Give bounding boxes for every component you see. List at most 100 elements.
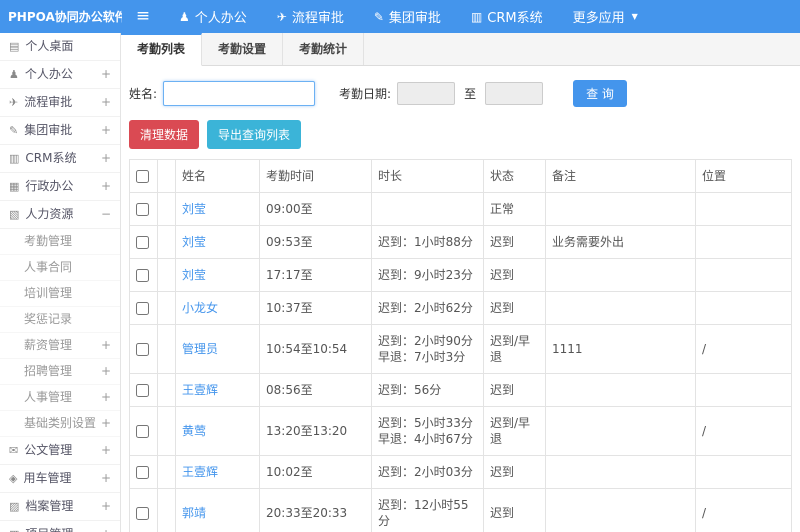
main-panel: 考勤列表 考勤设置 考勤统计 姓名: 考勤日期: 至 查 询 清理数据 导出查询列表 bbox=[121, 33, 800, 532]
employee-name-link[interactable]: 刘莹 bbox=[182, 235, 206, 249]
row-check-cell bbox=[129, 258, 158, 292]
table-row: 小龙女 10:37至 迟到：2小时62分 迟到 bbox=[129, 291, 792, 325]
employee-name-link[interactable]: 刘莹 bbox=[182, 268, 206, 282]
location-cell: / bbox=[695, 324, 792, 374]
send-icon: ✈ bbox=[9, 96, 19, 109]
sidebar-item-workflow-approval[interactable]: ✈ 流程审批 + bbox=[0, 89, 120, 117]
status-text: 迟到 bbox=[483, 373, 546, 407]
select-all-checkbox[interactable] bbox=[136, 170, 149, 183]
nav-item-personal-office[interactable]: ♟ 个人办公 bbox=[164, 0, 262, 33]
sidebar-item-admin-office[interactable]: ▦ 行政办公 + bbox=[0, 173, 120, 201]
name-cell: 黄莺 bbox=[175, 406, 260, 456]
sidebar-item-crm-system[interactable]: ▥ CRM系统 + bbox=[0, 145, 120, 173]
export-list-button[interactable]: 导出查询列表 bbox=[207, 120, 302, 149]
layout: ▤ 个人桌面 ♟ 个人办公 + ✈ 流程审批 + ✎ 集团审批 + ▥ CRM系统 + ▦ 行政办公 + ▧ 人力资… bbox=[0, 33, 800, 532]
status-text: 迟到 bbox=[483, 291, 546, 325]
top-nav: ♟ 个人办公 ✈ 流程审批 ✎ 集团审批 ▥ CRM系统 更多应用 ▼ bbox=[164, 0, 653, 33]
tab-attendance-stats[interactable]: 考勤统计 bbox=[283, 33, 365, 65]
sidebar-item-group-approval[interactable]: ✎ 集团审批 + bbox=[0, 117, 120, 145]
sidebar-item-hr-contract[interactable]: 人事合同 bbox=[0, 255, 120, 281]
tab-attendance-settings[interactable]: 考勤设置 bbox=[202, 33, 284, 65]
row-checkbox[interactable] bbox=[136, 384, 149, 397]
status-text: 正常 bbox=[483, 192, 546, 226]
user-icon: ♟ bbox=[9, 68, 19, 81]
nav-item-label: 集团审批 bbox=[388, 11, 441, 26]
sidebar-item-label: 培训管理 bbox=[24, 286, 73, 300]
employee-name-link[interactable]: 小龙女 bbox=[182, 301, 218, 315]
sidebar-item-salary-mgmt[interactable]: 薪资管理 + bbox=[0, 333, 120, 359]
remark-cell bbox=[545, 258, 696, 292]
sidebar-item-personal-office[interactable]: ♟ 个人办公 + bbox=[0, 61, 120, 89]
sidebar-item-attendance-mgmt[interactable]: 考勤管理 bbox=[0, 229, 120, 255]
table-header-row: 姓名 考勤时间 时长 状态 备注 位置 bbox=[129, 159, 792, 193]
sidebar-item-base-category[interactable]: 基础类别设置 + bbox=[0, 411, 120, 437]
duration-cell: 迟到：56分 bbox=[371, 373, 484, 407]
date-label: 考勤日期: bbox=[339, 87, 392, 101]
sidebar-item-label: 招聘管理 bbox=[24, 364, 73, 378]
menu-toggle-icon[interactable]: ≡ bbox=[122, 0, 164, 33]
remark-cell: 1111 bbox=[545, 324, 696, 374]
attendance-table: 姓名 考勤时间 时长 状态 备注 位置 刘莹 09:00至 正常 刘莹 09:53至 迟到：1小时8… bbox=[129, 159, 792, 532]
row-checkbox[interactable] bbox=[136, 507, 149, 520]
sidebar-item-reward-record[interactable]: 奖惩记录 bbox=[0, 307, 120, 333]
name-input[interactable] bbox=[163, 81, 316, 106]
expander-icon: + bbox=[100, 499, 111, 513]
sidebar-item-vehicle-mgmt[interactable]: ◈ 用车管理 + bbox=[0, 465, 120, 493]
row-checkbox[interactable] bbox=[136, 425, 149, 438]
remark-cell bbox=[545, 455, 696, 489]
row-checkbox[interactable] bbox=[136, 269, 149, 282]
user-icon: ♟ bbox=[179, 9, 190, 24]
location-cell bbox=[695, 373, 792, 407]
time-cell: 13:20至13:20 bbox=[259, 406, 372, 456]
expander-icon: + bbox=[100, 416, 111, 430]
duration-cell: 迟到：12小时55分 bbox=[371, 488, 484, 532]
sidebar-item-project-mgmt[interactable]: ▩ 项目管理 + bbox=[0, 521, 120, 532]
nav-item-crm-system[interactable]: ▥ CRM系统 bbox=[456, 0, 558, 33]
row-checkbox[interactable] bbox=[136, 236, 149, 249]
employee-name-link[interactable]: 郭靖 bbox=[182, 506, 206, 520]
send-icon: ✈ bbox=[276, 9, 287, 24]
sidebar-item-label: 个人办公 bbox=[24, 67, 73, 81]
to-label: 至 bbox=[464, 87, 477, 101]
date-from-input[interactable] bbox=[397, 82, 456, 105]
nav-item-workflow-approval[interactable]: ✈ 流程审批 bbox=[262, 0, 359, 33]
date-to-input[interactable] bbox=[485, 82, 544, 105]
expander-icon: − bbox=[100, 207, 111, 221]
row-checkbox[interactable] bbox=[136, 203, 149, 216]
row-checkbox[interactable] bbox=[136, 343, 149, 356]
select-all-cell bbox=[129, 159, 158, 193]
sidebar-item-training-mgmt[interactable]: 培训管理 bbox=[0, 281, 120, 307]
sidebar-item-hr[interactable]: ▧ 人力资源 − bbox=[0, 201, 120, 229]
sidebar-item-document-mgmt[interactable]: ✉ 公文管理 + bbox=[0, 437, 120, 465]
edit-icon: ✎ bbox=[9, 124, 19, 137]
nav-item-group-approval[interactable]: ✎ 集团审批 bbox=[359, 0, 456, 33]
sidebar-item-personal-desktop[interactable]: ▤ 个人桌面 bbox=[0, 33, 120, 61]
briefcase-icon: ▦ bbox=[9, 180, 20, 193]
tab-bar: 考勤列表 考勤设置 考勤统计 bbox=[121, 33, 800, 66]
column-header: 备注 bbox=[545, 159, 696, 193]
employee-name-link[interactable]: 刘莹 bbox=[182, 202, 206, 216]
sidebar-item-personnel-mgmt[interactable]: 人事管理 + bbox=[0, 385, 120, 411]
row-check-cell bbox=[129, 291, 158, 325]
employee-name-link[interactable]: 王壹辉 bbox=[182, 465, 218, 479]
employee-name-link[interactable]: 管理员 bbox=[182, 342, 218, 356]
sidebar-item-label: 人事管理 bbox=[24, 390, 73, 404]
table-row: 郭靖 20:33至20:33 迟到：12小时55分 迟到 / bbox=[129, 488, 792, 532]
employee-name-link[interactable]: 王壹辉 bbox=[182, 383, 218, 397]
tab-attendance-list[interactable]: 考勤列表 bbox=[121, 33, 203, 66]
clear-data-button[interactable]: 清理数据 bbox=[129, 120, 200, 149]
employee-name-link[interactable]: 黄莺 bbox=[182, 424, 206, 438]
chart-icon: ▥ bbox=[470, 9, 483, 24]
sidebar-item-recruit-mgmt[interactable]: 招聘管理 + bbox=[0, 359, 120, 385]
table-row: 管理员 10:54至10:54 迟到：2小时90分 早退：7小时3分 迟到/早退 111… bbox=[129, 324, 792, 374]
time-cell: 10:37至 bbox=[259, 291, 372, 325]
sidebar-item-label: 奖惩记录 bbox=[24, 312, 73, 326]
nav-item-more-apps[interactable]: 更多应用 ▼ bbox=[558, 0, 653, 33]
row-checkbox[interactable] bbox=[136, 466, 149, 479]
row-checkbox[interactable] bbox=[136, 302, 149, 315]
sidebar-item-archive-mgmt[interactable]: ▨ 档案管理 + bbox=[0, 493, 120, 521]
sidebar-item-label: 行政办公 bbox=[25, 179, 74, 193]
duration-cell: 迟到：2小时62分 bbox=[371, 291, 484, 325]
search-button[interactable]: 查 询 bbox=[573, 80, 627, 107]
table-row: 刘莹 17:17至 迟到：9小时23分 迟到 bbox=[129, 258, 792, 292]
